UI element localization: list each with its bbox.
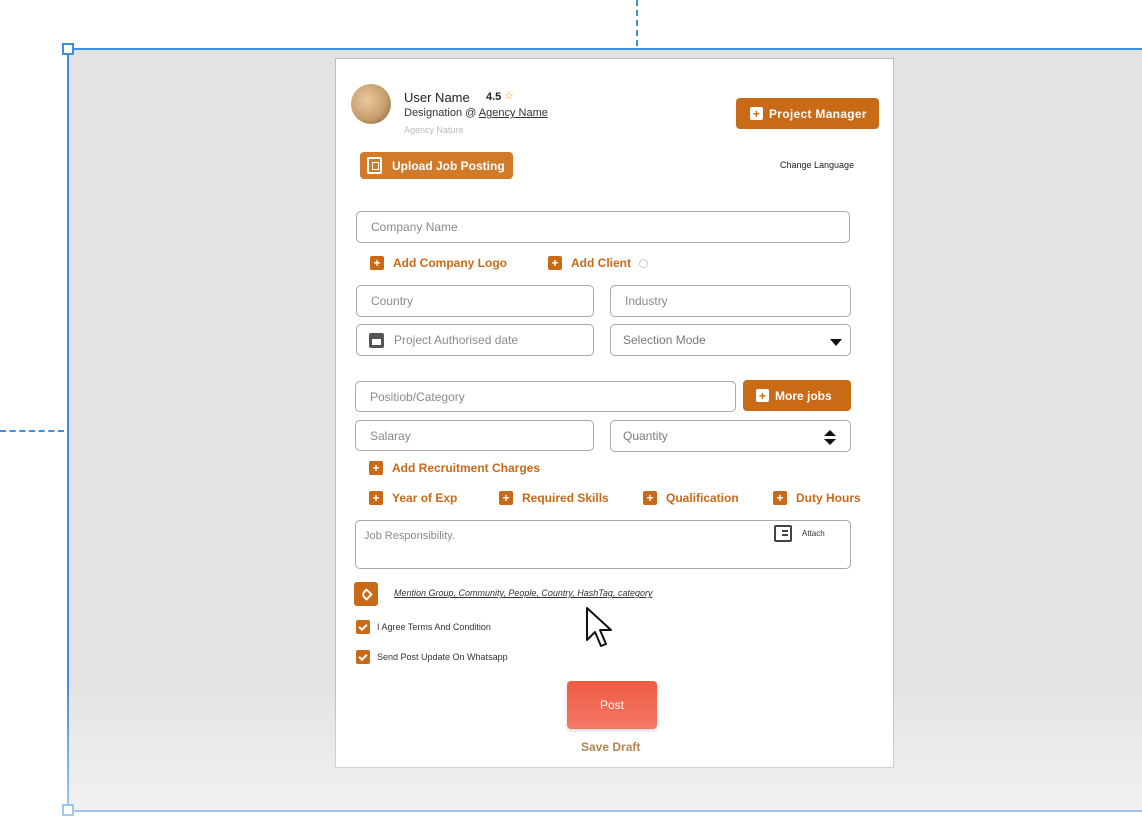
extra-label: Year of Exp <box>392 491 458 505</box>
stepper-arrows-icon[interactable] <box>824 430 836 446</box>
agree-terms-checkbox[interactable] <box>356 620 370 634</box>
project-manager-label: Project Manager <box>769 106 867 121</box>
add-client-button[interactable]: + Add Client <box>548 256 648 270</box>
mouse-pointer-icon <box>586 607 612 647</box>
save-draft-link[interactable]: Save Draft <box>581 740 640 754</box>
company-name-input[interactable] <box>369 219 849 235</box>
more-jobs-button[interactable]: + More jobs <box>743 380 851 411</box>
chevron-down-icon <box>830 339 842 346</box>
salary-input[interactable] <box>368 427 593 444</box>
agency-nature: Agency Nature <box>404 125 464 135</box>
stepper-up-icon[interactable] <box>824 430 836 436</box>
job-posting-form-card: User Name 4.5 ☆ Designation @ Agency Nam… <box>335 58 894 768</box>
extra-label: Qualification <box>666 491 739 505</box>
upload-job-posting-label: Upload Job Posting <box>392 158 505 173</box>
selection-outline-top <box>68 48 1142 50</box>
star-icon: ☆ <box>504 90 514 102</box>
add-company-logo-label: Add Company Logo <box>393 256 507 270</box>
industry-field[interactable] <box>610 285 851 317</box>
selection-outline-left <box>67 49 69 811</box>
plus-icon: + <box>369 461 383 475</box>
agency-name-link[interactable]: Agency Name <box>479 107 548 119</box>
add-duty-hours-button[interactable]: + Duty Hours <box>773 491 861 505</box>
quantity-stepper[interactable]: Quantity <box>610 420 851 452</box>
plus-icon: + <box>548 256 562 270</box>
plus-icon: + <box>773 491 787 505</box>
attach-button[interactable]: Attach <box>774 525 825 542</box>
extra-label: Duty Hours <box>796 491 861 505</box>
user-rating: 4.5 <box>486 91 502 103</box>
resize-handle-top-left[interactable] <box>62 43 74 55</box>
selection-outline-bottom <box>68 810 1142 812</box>
country-input[interactable] <box>369 293 593 309</box>
mention-link[interactable]: Mention Group, Community, People, Countr… <box>394 588 652 598</box>
horizontal-guide-line <box>0 430 64 432</box>
project-authorised-date-input[interactable] <box>392 332 593 348</box>
attach-label: Attach <box>802 529 825 538</box>
plus-icon: + <box>370 256 384 270</box>
plus-icon: + <box>499 491 513 505</box>
selection-mode-value: Selection Mode <box>623 333 706 347</box>
whatsapp-updates-label: Send Post Update On Whatsapp <box>377 652 508 662</box>
more-jobs-label: More jobs <box>775 388 832 403</box>
position-category-input[interactable] <box>368 388 735 405</box>
quantity-value: Quantity <box>623 429 668 443</box>
agree-terms-label: I Agree Terms And Condition <box>377 622 491 632</box>
project-manager-button[interactable]: + Project Manager <box>736 98 879 129</box>
salary-field[interactable] <box>355 420 594 451</box>
vertical-guide-line <box>636 0 638 46</box>
plus-icon: + <box>643 491 657 505</box>
resize-handle-bottom-left[interactable] <box>62 804 74 816</box>
project-authorised-date-field[interactable] <box>356 324 594 356</box>
plus-icon: + <box>369 491 383 505</box>
add-recruitment-charges-label: Add Recruitment Charges <box>392 461 541 475</box>
document-icon <box>367 157 382 174</box>
attach-icon <box>774 525 792 542</box>
add-year-of-exp-button[interactable]: + Year of Exp <box>369 491 457 505</box>
extra-label: Required Skills <box>522 491 609 505</box>
country-field[interactable] <box>356 285 594 317</box>
calendar-icon[interactable] <box>369 332 384 348</box>
tag-icon[interactable] <box>354 582 378 606</box>
user-name: User Name <box>404 90 470 105</box>
position-category-field[interactable] <box>355 381 736 412</box>
selection-mode-select[interactable]: Selection Mode <box>610 324 851 356</box>
company-name-field[interactable] <box>356 211 850 243</box>
add-client-label: Add Client <box>571 256 631 270</box>
plus-icon: + <box>750 107 763 120</box>
stepper-down-icon[interactable] <box>824 439 836 445</box>
plus-icon: + <box>756 389 769 402</box>
industry-input[interactable] <box>623 293 850 309</box>
check-icon <box>358 621 368 631</box>
upload-job-posting-button[interactable]: Upload Job Posting <box>360 152 513 179</box>
add-qualification-button[interactable]: + Qualification <box>643 491 739 505</box>
add-required-skills-button[interactable]: + Required Skills <box>499 491 609 505</box>
whatsapp-updates-row[interactable]: Send Post Update On Whatsapp <box>356 650 508 664</box>
change-language-link[interactable]: Change Language <box>780 160 854 170</box>
avatar[interactable] <box>351 84 391 124</box>
whatsapp-updates-checkbox[interactable] <box>356 650 370 664</box>
designation-prefix: Designation @ <box>404 107 479 119</box>
add-company-logo-button[interactable]: + Add Company Logo <box>370 256 507 270</box>
check-icon <box>358 651 368 661</box>
post-button[interactable]: Post <box>567 681 657 729</box>
agree-terms-row[interactable]: I Agree Terms And Condition <box>356 620 491 634</box>
designation: Designation @ Agency Name <box>404 107 548 119</box>
info-icon[interactable] <box>639 258 648 268</box>
add-recruitment-charges-button[interactable]: + Add Recruitment Charges <box>369 461 540 475</box>
